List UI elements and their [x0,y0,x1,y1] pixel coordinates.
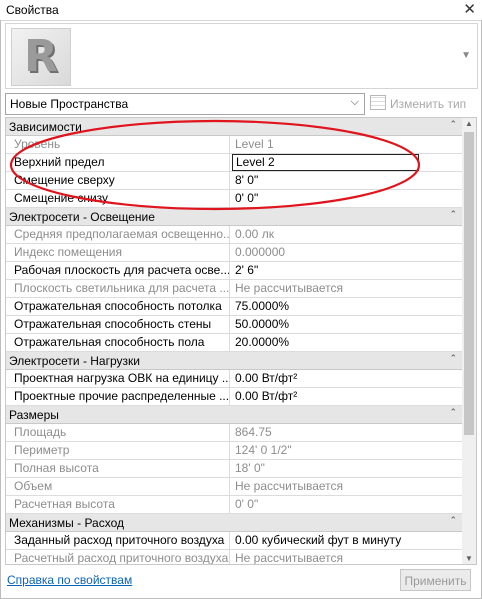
property-label: Верхний предел [6,154,230,171]
property-row: Полная высота 18' 0" [6,460,463,478]
property-group-header[interactable]: Электросети - Освещение ⌃ [6,208,463,226]
properties-grid: Зависимости ⌃ Уровень Level 1 Верхний предел… [5,117,464,565]
property-label: Полная высота [6,460,230,477]
property-label: Расчетная высота [6,496,230,513]
property-value[interactable]: 75.0000% [231,298,463,315]
property-value: 124' 0 1/2" [235,443,292,457]
chevron-down-icon: ⌵ [350,96,359,108]
property-value: 18' 0" [235,461,265,475]
collapse-icon[interactable]: ⌃ [449,353,457,364]
property-row: Площадь 864.75 [6,424,463,442]
property-row: Отражательная способность стены 50.0000% [6,316,463,334]
property-value[interactable]: 50.0000% [231,316,463,333]
property-row: Расчетная высота 0' 0" [6,496,463,514]
group-title: Механизмы - Расход [9,516,125,530]
property-row: Расчетный расход приточного воздуха Не ра… [6,550,463,565]
collapse-icon[interactable]: ⌃ [449,119,457,130]
property-row: Отражательная способность пола 20.0000% [6,334,463,352]
property-row: Средняя предполагаемая освещенно... 0.00 … [6,226,463,244]
group-title: Электросети - Нагрузки [9,354,140,368]
property-label: Рабочая плоскость для расчета осве... [6,262,230,279]
property-value: Не рассчитывается [235,281,344,295]
vertical-scrollbar[interactable]: ▲ ▼ [462,117,477,565]
property-row: Смещение снизу 0' 0" [6,190,463,208]
property-label: Периметр [6,442,230,459]
edit-type-label: Изменить тип [390,97,467,111]
group-title: Электросети - Освещение [9,210,155,224]
property-value[interactable]: 2' 6" [231,262,463,279]
property-label: Площадь [6,424,230,441]
property-row: Рабочая плоскость для расчета осве... 2' … [6,262,463,280]
scroll-up-icon[interactable]: ▲ [465,119,473,128]
apply-button[interactable]: Применить [400,569,471,591]
property-row: Верхний предел Level 2 [6,154,463,172]
property-value-editor[interactable]: Level 2 [232,154,419,171]
property-value[interactable]: 0.00 Вт/фт² [231,370,463,387]
property-label: Отражательная способность потолка [6,298,230,315]
property-group-header[interactable]: Механизмы - Расход ⌃ [6,514,463,532]
property-value[interactable]: 8' 0" [231,172,463,189]
property-row: Объем Не рассчитывается [6,478,463,496]
property-row: Проектная нагрузка ОВК на единицу ... 0.0… [6,370,463,388]
property-row: Плоскость светильника для расчета ... Не … [6,280,463,298]
type-preview: R ▼ [5,23,478,89]
property-value: 864.75 [235,425,272,439]
close-icon[interactable]: ✕ [463,1,476,19]
panel-footer: Справка по свойствам Применить [0,565,480,598]
property-value: 0' 0" [235,497,259,511]
property-label: Отражательная способность пола [6,334,230,351]
scrollbar-thumb[interactable] [464,132,474,435]
chevron-down-icon[interactable]: ▼ [461,50,471,61]
collapse-icon[interactable]: ⌃ [449,407,457,418]
property-label: Смещение снизу [6,190,230,207]
edit-type-icon [370,95,386,110]
property-label: Заданный расход приточного воздуха [6,532,230,549]
type-selector-value: Новые Пространства [10,97,129,111]
property-label: Проектные прочие распределенные ... [6,388,230,405]
revit-logo: R [11,28,71,86]
property-value[interactable]: 0.00 кубический фут в минуту [231,532,463,549]
property-row: Заданный расход приточного воздуха 0.00 к… [6,532,463,550]
property-label: Объем [6,478,230,495]
property-row: Отражательная способность потолка 75.0000… [6,298,463,316]
property-row: Уровень Level 1 [6,136,463,154]
property-label: Уровень [6,136,230,153]
collapse-icon[interactable]: ⌃ [449,515,457,526]
property-value: 0.00 лк [235,227,274,241]
property-value: Не рассчитывается [235,479,344,493]
group-title: Размеры [9,408,59,422]
property-label: Плоскость светильника для расчета ... [6,280,230,297]
property-label: Расчетный расход приточного воздуха [6,550,230,564]
property-row: Смещение сверху 8' 0" [6,172,463,190]
property-label: Средняя предполагаемая освещенно... [6,226,230,243]
properties-help-link[interactable]: Справка по свойствам [7,573,132,587]
property-value: Не рассчитывается [235,551,344,565]
type-selector-dropdown[interactable]: Новые Пространства ⌵ [5,93,365,115]
property-group-header[interactable]: Зависимости ⌃ [6,118,463,136]
window-title: Свойства [6,3,59,17]
property-value[interactable]: 0.00 Вт/фт² [231,388,463,405]
property-group-header[interactable]: Электросети - Нагрузки ⌃ [6,352,463,370]
property-label: Отражательная способность стены [6,316,230,333]
property-label: Проектная нагрузка ОВК на единицу ... [6,370,230,387]
property-label: Смещение сверху [6,172,230,189]
edit-type-button[interactable]: Изменить тип [370,95,466,111]
property-row: Проектные прочие распределенные ... 0.00 … [6,388,463,406]
property-row: Периметр 124' 0 1/2" [6,442,463,460]
property-value: Level 1 [235,137,274,151]
collapse-icon[interactable]: ⌃ [449,209,457,220]
property-group-header[interactable]: Размеры ⌃ [6,406,463,424]
property-row: Индекс помещения 0.000000 [6,244,463,262]
property-value[interactable]: 20.0000% [231,334,463,351]
property-value: 0.000000 [235,245,286,259]
property-value[interactable]: 0' 0" [231,190,463,207]
title-bar: Свойства ✕ [0,0,482,21]
scroll-down-icon[interactable]: ▼ [465,554,473,563]
property-label: Индекс помещения [6,244,230,261]
group-title: Зависимости [9,120,82,134]
